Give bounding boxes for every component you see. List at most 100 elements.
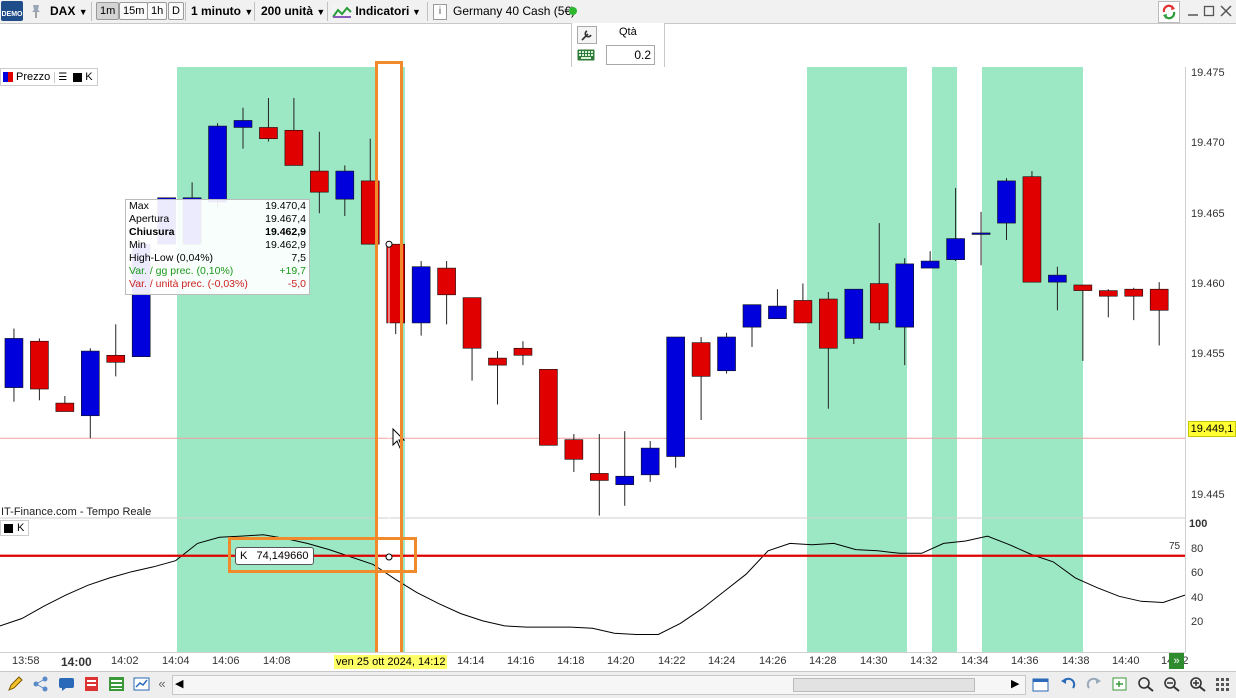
scroll-to-end-button[interactable]: » bbox=[1169, 653, 1184, 669]
close-icon[interactable] bbox=[1220, 4, 1232, 18]
interval-selector[interactable]: 1 minuto ▼ bbox=[191, 2, 253, 20]
time-axis-tick: 14:36 bbox=[1011, 655, 1039, 667]
candle-body bbox=[615, 475, 635, 485]
time-axis-tick: 14:32 bbox=[910, 655, 938, 667]
price-legend-swatch bbox=[3, 72, 13, 82]
time-axis-tick: 14:40 bbox=[1112, 655, 1140, 667]
candle-body bbox=[589, 473, 609, 481]
time-axis-tick: 14:16 bbox=[507, 655, 535, 667]
ohlc-tooltip-value: 7,5 bbox=[291, 252, 306, 264]
time-axis-tick: 14:14 bbox=[457, 655, 485, 667]
candle-body bbox=[946, 238, 965, 260]
ohlc-tooltip-row: High-Low (0,04%) 7,5 bbox=[126, 252, 309, 265]
candle-body bbox=[640, 447, 660, 476]
fit-icon[interactable] bbox=[1111, 676, 1129, 696]
timeframe-1h[interactable]: 1h bbox=[147, 2, 168, 20]
k-legend-label: K bbox=[85, 71, 93, 83]
candle-body bbox=[666, 336, 685, 457]
window-chart-icon[interactable] bbox=[133, 676, 151, 696]
candle-body bbox=[1073, 284, 1093, 291]
ohlc-tooltip-rows: Max 19.470,4 Apertura 19.467,4 Chiusura 19.46… bbox=[126, 200, 309, 291]
indicators-dropdown[interactable]: ▼ bbox=[412, 2, 421, 20]
candle-body bbox=[437, 267, 456, 296]
list-icon[interactable]: ☰ bbox=[54, 71, 70, 83]
candle-body bbox=[997, 180, 1016, 224]
undo-icon[interactable] bbox=[1059, 676, 1077, 696]
comment-icon[interactable] bbox=[58, 676, 76, 696]
time-cursor-label: ven 25 ott 2024, 14:12 bbox=[334, 655, 448, 669]
pin-icon[interactable] bbox=[29, 3, 43, 19]
maximize-icon[interactable] bbox=[1203, 4, 1215, 18]
wrench-icon[interactable] bbox=[577, 26, 597, 44]
scroll-left-icon[interactable]: ◀ bbox=[175, 677, 183, 690]
ohlc-tooltip-label: Apertura bbox=[129, 213, 170, 225]
candle-body bbox=[844, 288, 864, 339]
ohlc-tooltip-row: Chiusura 19.462,9 bbox=[126, 226, 309, 239]
report-icon[interactable] bbox=[83, 676, 101, 696]
highlight-zone bbox=[982, 67, 1083, 652]
scrollbar-thumb[interactable] bbox=[793, 678, 975, 692]
market-name: Germany 40 Cash (5€) bbox=[453, 4, 576, 18]
highlight-zone bbox=[932, 67, 957, 652]
candle-body bbox=[259, 127, 278, 140]
chevron-down-icon: ▼ bbox=[78, 7, 88, 17]
qty-input[interactable]: 0.2 bbox=[606, 45, 655, 65]
ohlc-tooltip-label: Min bbox=[129, 239, 146, 251]
time-axis-tick: 14:04 bbox=[162, 655, 190, 667]
price-chart[interactable] bbox=[0, 67, 1185, 652]
horizontal-scrollbar[interactable]: ◀ ▶ bbox=[172, 675, 1026, 695]
refresh-icon[interactable] bbox=[1158, 1, 1180, 23]
candle-body bbox=[717, 336, 736, 372]
timeframe-1m[interactable]: 1m bbox=[96, 2, 120, 20]
keyboard-icon[interactable] bbox=[577, 48, 595, 62]
units-selector[interactable]: 200 unità ▼ bbox=[261, 2, 325, 20]
k-panel-legend: K bbox=[0, 520, 30, 536]
ohlc-tooltip-value: 19.467,4 bbox=[265, 213, 306, 225]
candle-body bbox=[869, 283, 889, 324]
time-axis-tick: 14:24 bbox=[708, 655, 736, 667]
zoom-area-icon[interactable] bbox=[1137, 676, 1155, 696]
info-icon[interactable]: i bbox=[433, 4, 447, 20]
minimize-icon[interactable] bbox=[1187, 4, 1199, 18]
redo-icon[interactable] bbox=[1085, 676, 1103, 696]
time-axis-tick: 14:26 bbox=[759, 655, 787, 667]
price-axis-tick: 19.460 bbox=[1191, 277, 1225, 290]
candle-body bbox=[1048, 274, 1067, 283]
pencil-icon[interactable] bbox=[6, 676, 24, 696]
instrument-label: DAX bbox=[50, 4, 76, 18]
scroll-right-icon[interactable]: ▶ bbox=[1011, 677, 1019, 690]
candle-body bbox=[30, 340, 49, 390]
candle-body bbox=[233, 120, 253, 128]
k-axis-tick: 60 bbox=[1191, 567, 1204, 580]
units-label: 200 unità bbox=[261, 4, 314, 18]
indicators-button[interactable]: Indicatori bbox=[332, 2, 409, 20]
share-icon[interactable] bbox=[32, 676, 50, 696]
zoom-in-icon[interactable] bbox=[1189, 676, 1207, 696]
ohlc-tooltip-label: Var. / gg prec. (0,10%) bbox=[129, 265, 234, 277]
time-axis-tick: 14:30 bbox=[860, 655, 888, 667]
time-axis-tick: 14:38 bbox=[1062, 655, 1090, 667]
timeframe-d[interactable]: D bbox=[168, 2, 184, 20]
time-axis-tick: 14:00 bbox=[61, 655, 92, 669]
grid-icon[interactable] bbox=[1214, 676, 1232, 696]
table-icon[interactable] bbox=[108, 676, 126, 696]
candle-body bbox=[1099, 290, 1118, 297]
chevron-down-icon: ▼ bbox=[316, 7, 326, 17]
chevron-down-icon: ▼ bbox=[244, 7, 254, 17]
instrument-selector[interactable]: DAX ▼ bbox=[50, 2, 88, 20]
time-axis-tick: 14:20 bbox=[607, 655, 635, 667]
zoom-out-icon[interactable] bbox=[1163, 676, 1181, 696]
timeframe-15m[interactable]: 15m bbox=[119, 2, 149, 20]
ohlc-tooltip-row: Apertura 19.467,4 bbox=[126, 213, 309, 226]
logo-text: DEMO bbox=[1, 11, 23, 18]
calendar-icon[interactable] bbox=[1032, 676, 1050, 696]
bottom-toolbar: « ◀ ▶ bbox=[0, 671, 1236, 698]
ohlc-tooltip-value: -5,0 bbox=[287, 278, 306, 290]
k-panel-swatch bbox=[4, 523, 13, 533]
k-level-label: 75 bbox=[1169, 541, 1181, 552]
k-axis-tick: 80 bbox=[1191, 542, 1204, 555]
chart-legend: Prezzo ☰ K bbox=[0, 68, 98, 86]
candle-body bbox=[1149, 288, 1169, 311]
ohlc-tooltip-row: Min 19.462,9 bbox=[126, 239, 309, 252]
collapse-left-icon[interactable]: « bbox=[156, 676, 168, 692]
